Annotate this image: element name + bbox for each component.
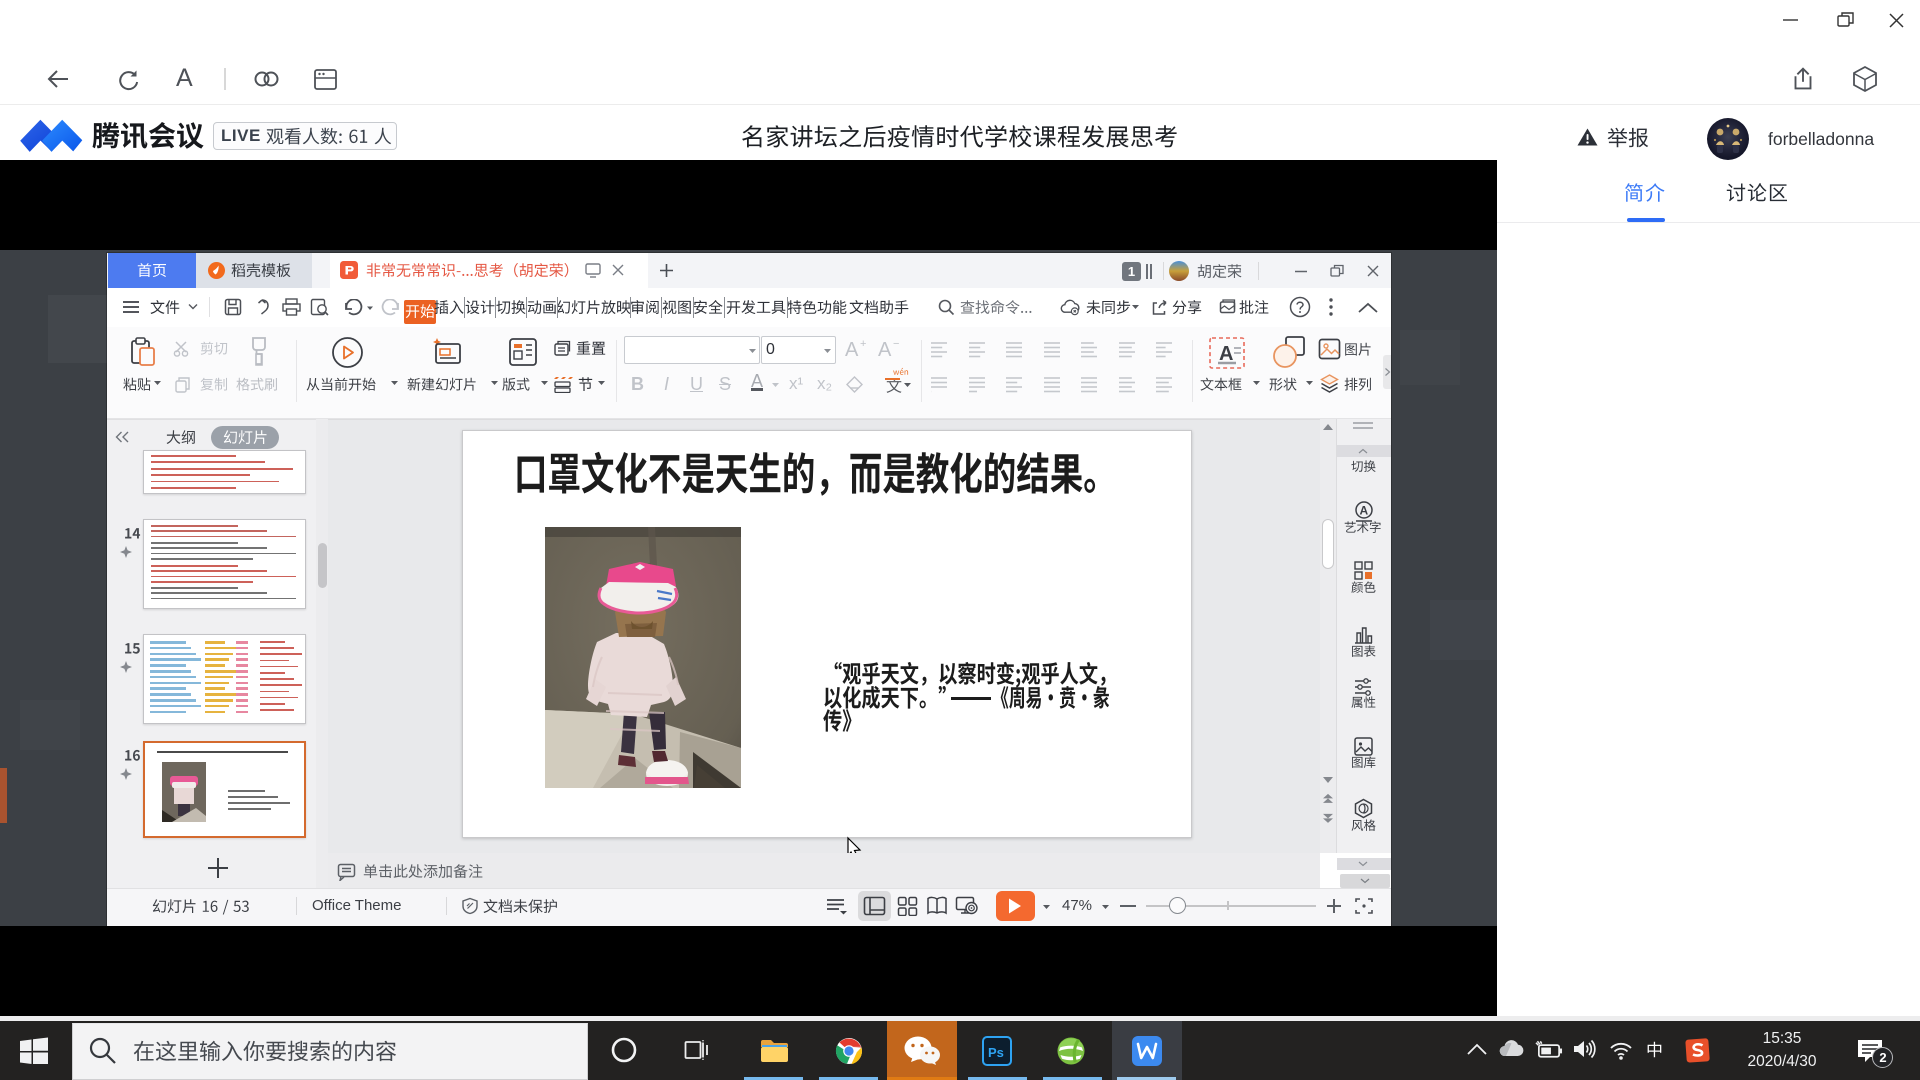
svg-text:A: A bbox=[1219, 343, 1233, 365]
svg-text:Ps: Ps bbox=[988, 1045, 1004, 1060]
svg-text:A: A bbox=[1360, 504, 1369, 518]
